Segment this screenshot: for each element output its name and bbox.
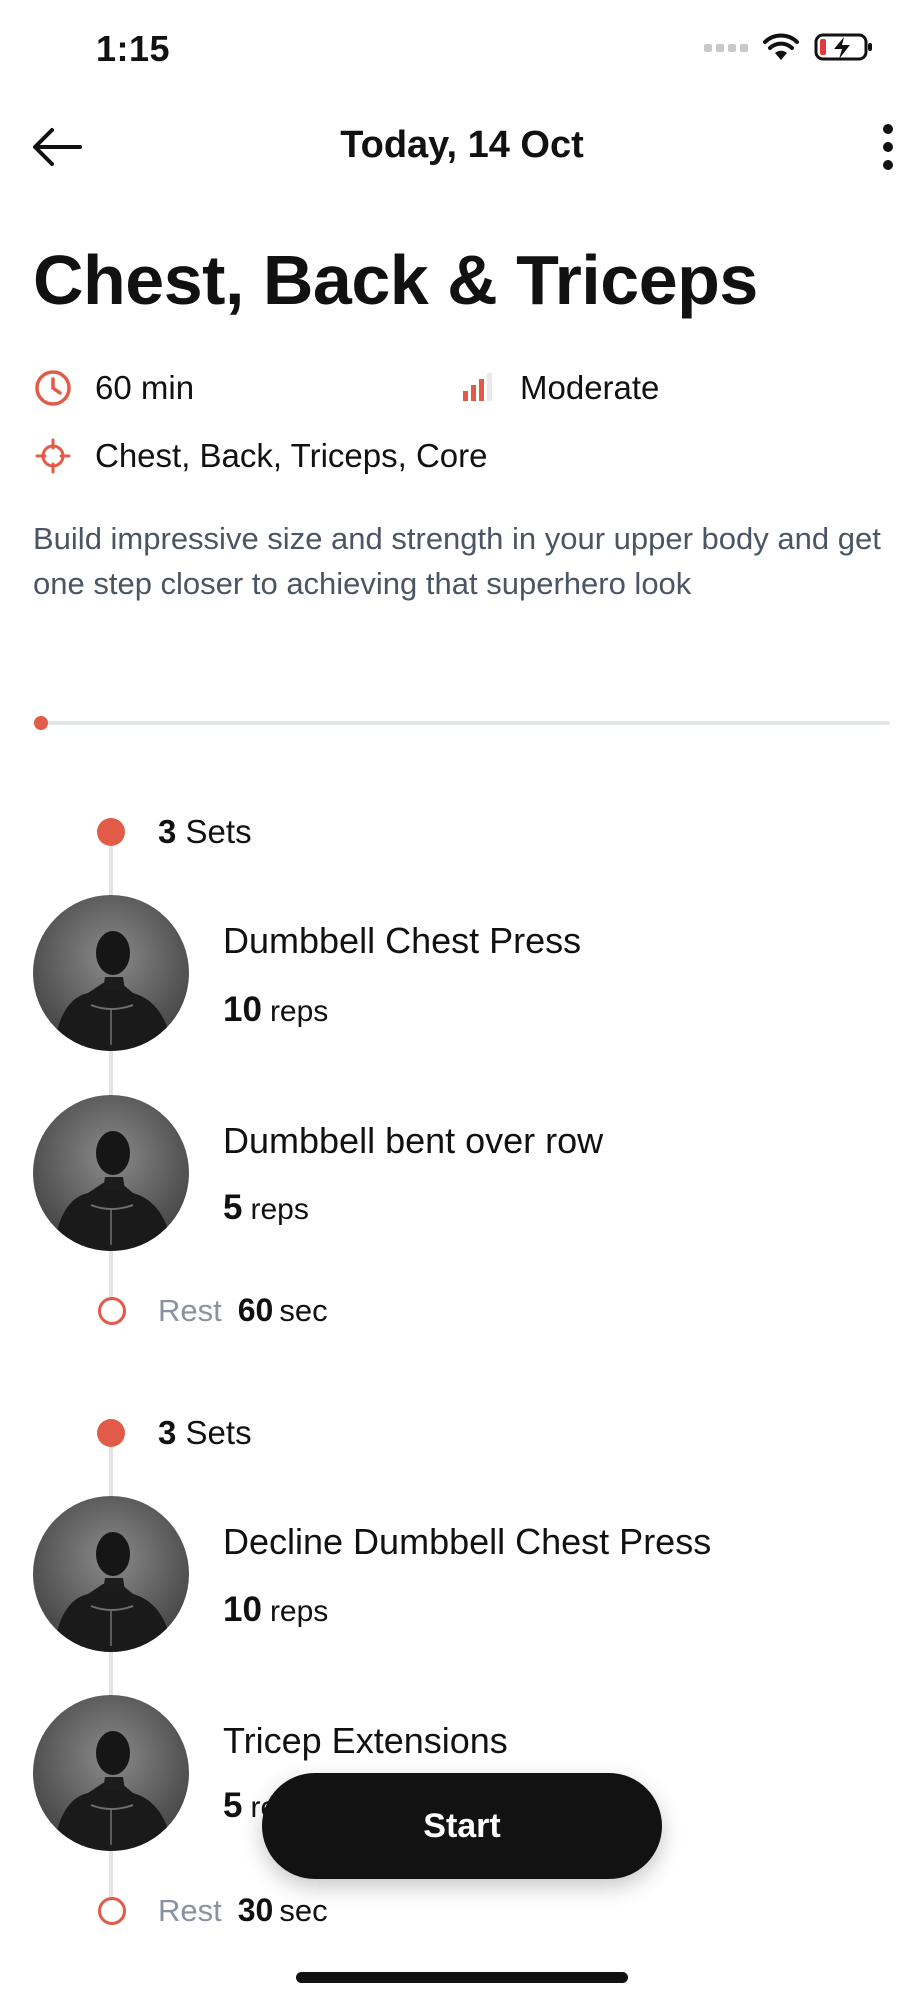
exercise-thumbnail[interactable] xyxy=(33,895,189,1051)
progress-indicator xyxy=(34,716,48,730)
exercise-name[interactable]: Dumbbell bent over row xyxy=(223,1120,603,1162)
exercise-thumbnail[interactable] xyxy=(33,1496,189,1652)
exercise-thumbnail[interactable] xyxy=(33,1695,189,1851)
battery-charging-icon xyxy=(814,33,872,61)
signal-bars-icon xyxy=(458,368,498,408)
clock-icon xyxy=(33,368,73,408)
status-time: 1:15 xyxy=(96,28,171,69)
more-vertical-icon[interactable] xyxy=(876,122,900,172)
home-indicator xyxy=(296,1972,628,1983)
wifi-icon xyxy=(763,33,799,60)
progress-track xyxy=(40,721,890,725)
workout-description: Build impressive size and strength in yo… xyxy=(33,521,881,601)
duration-row: 60 min xyxy=(33,368,194,408)
rest-marker xyxy=(98,1297,126,1325)
rest-row: Rest 60 sec xyxy=(158,1292,328,1328)
set-marker xyxy=(97,1419,125,1447)
cellular-icon xyxy=(704,44,748,52)
exercise-name[interactable]: Decline Dumbbell Chest Press xyxy=(223,1521,711,1563)
targets-row: Chest, Back, Triceps, Core xyxy=(33,436,487,476)
workout-title: Chest, Back & Triceps xyxy=(33,241,758,319)
exercise-reps: 10 reps xyxy=(223,990,329,1029)
sets-label: 3 Sets xyxy=(158,813,252,850)
set-marker xyxy=(97,818,125,846)
exercise-name[interactable]: Dumbbell Chest Press xyxy=(223,920,581,962)
duration-text: 60 min xyxy=(95,369,195,406)
difficulty-row: Moderate xyxy=(458,368,659,408)
crosshair-icon xyxy=(33,436,73,476)
targets-text: Chest, Back, Triceps, Core xyxy=(95,437,488,474)
exercise-reps: 5reps xyxy=(223,1188,309,1227)
exercise-name[interactable]: Tricep Extensions xyxy=(223,1720,508,1762)
rest-row: Rest 30 sec xyxy=(158,1892,328,1928)
rest-marker xyxy=(98,1897,126,1925)
start-button[interactable]: Start xyxy=(262,1773,662,1879)
exercise-thumbnail[interactable] xyxy=(33,1095,189,1251)
status-icons xyxy=(704,32,874,62)
exercise-reps: 10 reps xyxy=(223,1590,329,1629)
sets-label: 3 Sets xyxy=(158,1414,252,1451)
difficulty-text: Moderate xyxy=(520,369,660,406)
page-title: Today, 14 Oct xyxy=(340,124,584,166)
